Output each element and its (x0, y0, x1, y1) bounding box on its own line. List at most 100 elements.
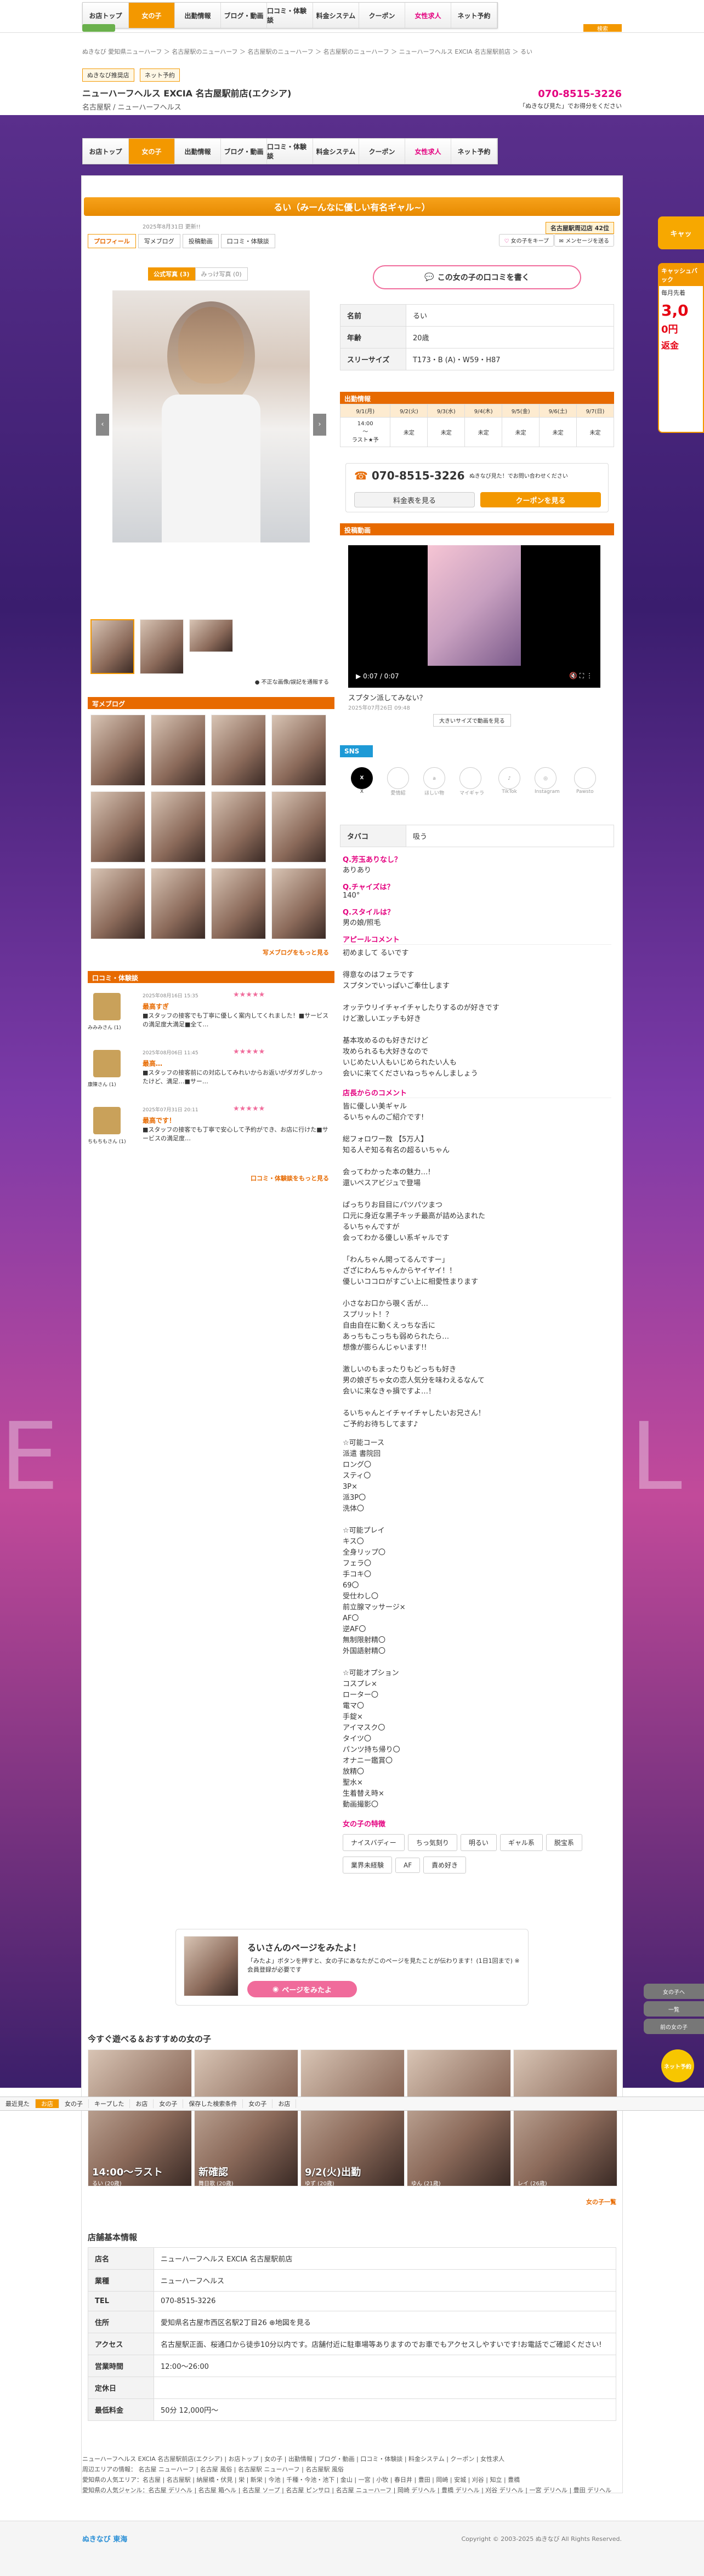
history-tab[interactable]: 女の子 (59, 2099, 89, 2108)
history-keep[interactable]: キープした (89, 2099, 130, 2108)
trait-chip[interactable]: ナイスバディー (343, 1834, 405, 1851)
message-button[interactable]: ✉ メンセージを送る (554, 234, 614, 247)
girls-list-link[interactable]: 女の子一覧 (586, 2197, 616, 2206)
nav-girls[interactable]: 女の子 (129, 3, 175, 28)
play-icon[interactable]: ▶ (356, 672, 361, 680)
girl-list-button[interactable]: 一覧 (644, 2001, 704, 2017)
keep-button[interactable]: ♡ 女の子をキープ (499, 234, 554, 247)
reviews-more-link[interactable]: 口コミ・体験談をもっと見る (251, 1174, 329, 1183)
sns-item[interactable]: マイギャラ (459, 767, 484, 796)
trait-chip[interactable]: ちっ気刻り (407, 1834, 457, 1851)
footer-line[interactable]: 愛知県の人気ジャンル：名古屋 デリヘル | 名古屋 箱ヘル | 名古屋 ソープ … (82, 2485, 622, 2495)
blog-thumb[interactable] (90, 791, 145, 863)
history-saved[interactable]: 保存した検索条件 (183, 2099, 243, 2108)
sns-item[interactable]: ◎ Instagram (535, 767, 560, 796)
shop-tel[interactable]: 070-8515-3226 (538, 88, 622, 100)
blog-thumb[interactable] (151, 791, 206, 863)
cashback-banner[interactable]: キャッシュバック 毎月先着 3,0 0円 返金 (658, 263, 704, 433)
tab-video[interactable]: 投稿動画 (182, 234, 219, 248)
trait-chip[interactable]: 明るい (460, 1834, 497, 1851)
photo-tab-mikke[interactable]: みっけ写真 (0) (195, 267, 248, 281)
nav2-girls[interactable]: 女の子 (129, 139, 175, 164)
sns-item[interactable]: 愛情紹 (387, 767, 409, 796)
video-big-button[interactable]: 大きいサイズで動画を見る (433, 714, 511, 727)
review-item[interactable]: ちもちもさん (1) 2025年07月31日 20:11 ★★★★★ 最高です！… (88, 1104, 334, 1158)
nav2-reviews[interactable]: 口コミ・体験談 (267, 139, 313, 164)
nav2-recruit[interactable]: 女性求人 (405, 139, 451, 164)
trait-chip[interactable]: 脱宝系 (546, 1834, 582, 1851)
nav-blog[interactable]: ブログ・動画 (221, 3, 267, 28)
review-date: 2025年07月31日 20:11 (143, 1107, 198, 1113)
photo-tab-official[interactable]: 公式写真 (3) (148, 267, 195, 281)
contact-tel[interactable]: ☎ 070-8515-3226 (354, 469, 465, 482)
recommend-card[interactable] (407, 2049, 511, 2186)
photo-thumb-2[interactable] (140, 619, 184, 674)
shop-info-value[interactable]: 愛知県名古屋市西区名駅2丁目26 ⊕地図を見る (154, 2311, 616, 2333)
nav-price[interactable]: 料金システム (313, 3, 359, 28)
footer-line[interactable]: 愛知県の人気エリア：名古屋 | 名古屋駅 | 納屋橋・伏見 | 栄 | 新栄 |… (82, 2475, 622, 2485)
blog-thumb[interactable] (211, 791, 266, 863)
trait-chip[interactable]: 責め好き (423, 1857, 467, 1874)
review-item[interactable]: みみみさん (1) 2025年08月16日 15:35 ★★★★★ 最高すぎ ■… (88, 990, 334, 1044)
recommend-card[interactable] (513, 2049, 617, 2186)
nav-schedule[interactable]: 出勤情報 (175, 3, 221, 28)
sns-item[interactable]: ♪ TikTok (498, 767, 521, 796)
nav2-blog[interactable]: ブログ・動画 (221, 139, 267, 164)
nav2-reserve[interactable]: ネット予約 (451, 139, 497, 164)
history-tab[interactable]: お店 (36, 2099, 59, 2108)
footer-line[interactable]: ニューハーフヘルス EXCIA 名古屋駅前店(エクシア) | お店トップ | 女… (82, 2454, 622, 2464)
sns-item[interactable]: Pawsto (574, 767, 596, 796)
back-to-girl-button[interactable]: 女の子へ (644, 1984, 704, 1999)
nav2-price[interactable]: 料金システム (313, 139, 359, 164)
photo-thumb-1[interactable] (90, 619, 134, 674)
nav-recruit[interactable]: 女性求人 (405, 3, 451, 28)
history-tab[interactable]: お店 (130, 2099, 154, 2108)
search-button[interactable]: 検索 (583, 24, 622, 32)
blog-thumb[interactable] (271, 868, 326, 939)
sns-x[interactable]: XX (351, 767, 373, 796)
nav2-schedule[interactable]: 出勤情報 (175, 139, 221, 164)
trait-chip[interactable]: AF (395, 1858, 421, 1873)
cashback-tab-button[interactable]: キャッ (658, 216, 704, 249)
blog-thumb[interactable] (271, 791, 326, 863)
write-review-button[interactable]: 💬 この女の子の口コミを書く (373, 265, 581, 289)
tab-profile[interactable]: プロフィール (88, 234, 136, 248)
video-player[interactable]: ▶ 0:07 / 0:07 🔇 ⛶ ⋮ (348, 545, 600, 688)
tab-reviews[interactable]: 口コミ・体験談 (220, 234, 275, 248)
net-reserve-float-button[interactable]: ネット予約 (661, 2049, 694, 2082)
blog-thumb[interactable] (151, 868, 206, 939)
blog-more-link[interactable]: 写メブログをもっと見る (263, 948, 329, 957)
footer-line[interactable]: 周辺エリアの情報： 名古屋 ニューハーフ | 名古屋 風俗 | 名古屋駅 ニュー… (82, 2464, 622, 2475)
prev-girl-button[interactable]: 前の女の子 (644, 2019, 704, 2034)
coupon-button[interactable]: クーポンを見る (480, 492, 601, 507)
blog-thumb[interactable] (211, 868, 266, 939)
nav-coupon[interactable]: クーポン (359, 3, 405, 28)
mitayo-button[interactable]: ◉ ページをみたよ (247, 1981, 357, 1997)
video-controls-icon[interactable]: 🔇 ⛶ ⋮ (569, 672, 593, 680)
prev-photo-icon[interactable]: ‹ (96, 414, 109, 436)
report-link[interactable]: ● 不正な画像/誤記を通報する (255, 677, 329, 686)
blog-thumb[interactable] (90, 868, 145, 939)
history-tab[interactable]: お店 (272, 2099, 297, 2108)
footer-logo[interactable]: ぬきなび 東海 (82, 2533, 127, 2544)
review-item[interactable]: 康陳さん (1) 2025年08月06日 11:45 ★★★★★ 最高… ■スタ… (88, 1047, 334, 1101)
nav2-coupon[interactable]: クーポン (359, 139, 405, 164)
nav-reviews[interactable]: 口コミ・体験談 (267, 3, 313, 28)
nav-reserve[interactable]: ネット予約 (451, 3, 497, 28)
main-photo[interactable] (112, 290, 310, 542)
blog-thumb[interactable] (211, 715, 266, 786)
blog-thumb[interactable] (271, 715, 326, 786)
tab-blog[interactable]: 写メブログ (138, 234, 180, 248)
blog-thumb[interactable] (90, 715, 145, 786)
nav2-shop-top[interactable]: お店トップ (83, 139, 129, 164)
history-tab[interactable]: 女の子 (243, 2099, 273, 2108)
blog-thumb[interactable] (151, 715, 206, 786)
price-button[interactable]: 料金表を見る (354, 492, 475, 507)
next-photo-icon[interactable]: › (313, 414, 326, 436)
sns-item[interactable]: a ほしい物 (423, 767, 445, 796)
trait-chip[interactable]: 業界未経験 (343, 1857, 393, 1874)
trait-chip[interactable]: ギャル系 (499, 1834, 543, 1851)
photo-thumb-3[interactable] (189, 619, 233, 652)
history-recent[interactable]: 最近見た (0, 2099, 36, 2108)
history-tab[interactable]: 女の子 (154, 2099, 184, 2108)
